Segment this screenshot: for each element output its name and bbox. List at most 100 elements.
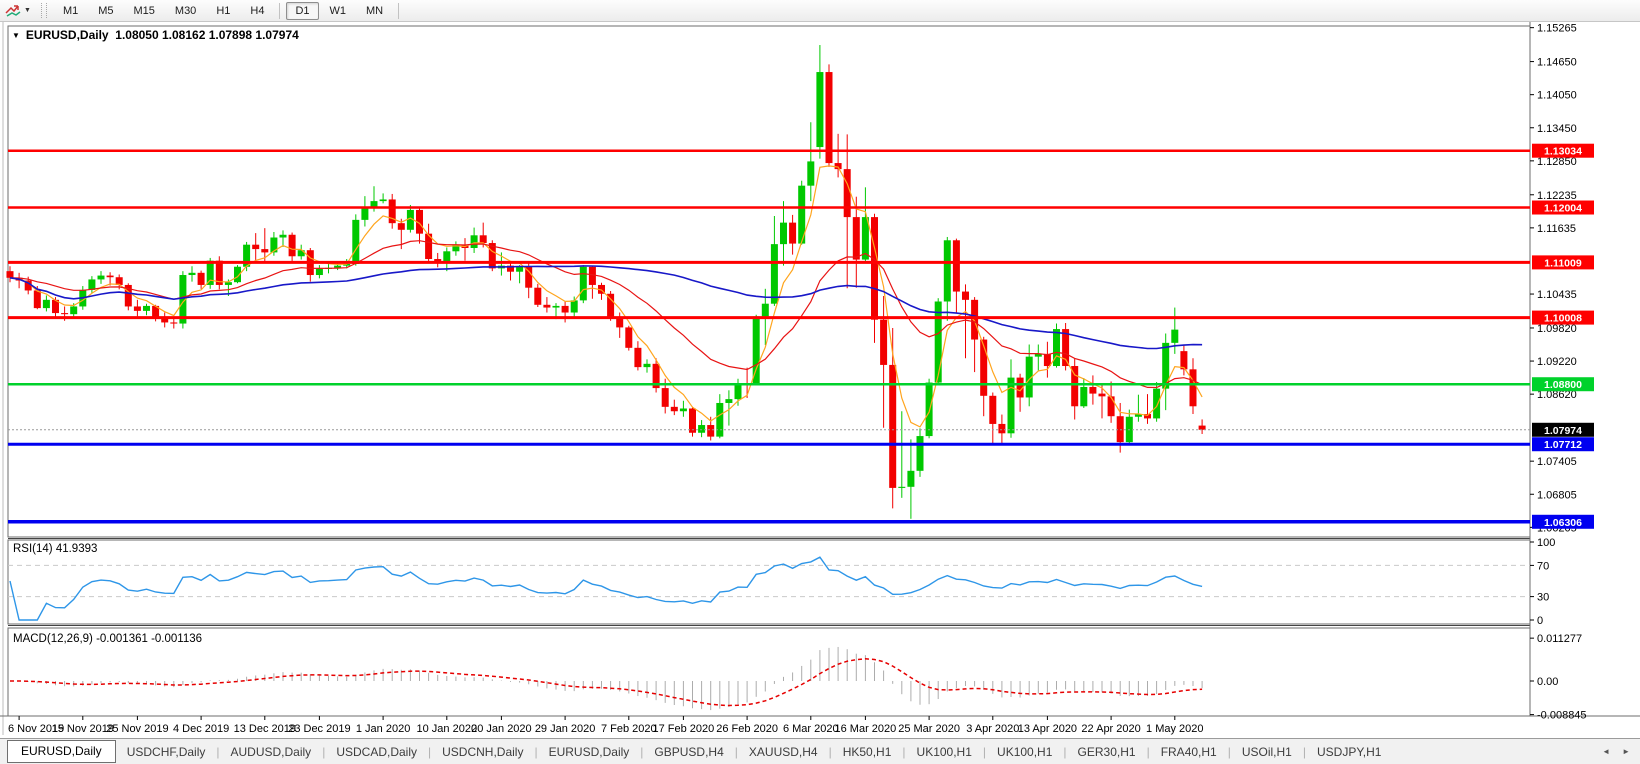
chart-arrows-icon[interactable] (4, 3, 22, 19)
timeframe-button-W1[interactable]: W1 (321, 2, 356, 20)
timeframe-button-D1[interactable]: D1 (286, 2, 318, 20)
chart-window[interactable]: 1.152651.146501.140501.134501.128501.122… (0, 22, 1640, 738)
tabs-scroll-left-icon[interactable]: ◄ (1602, 747, 1610, 756)
candle-body (443, 251, 450, 261)
candle-body (316, 269, 323, 275)
rsi-pane[interactable] (8, 540, 1530, 624)
time-axis[interactable]: 6 Nov 201915 Nov 201925 Nov 20194 Dec 20… (8, 716, 1204, 735)
chart-tab-GBPUSD-H4[interactable]: GBPUSD,H4 (643, 741, 734, 763)
time-axis-label: 6 Mar 2020 (783, 723, 839, 735)
candle-body (980, 340, 987, 396)
timeframe-button-M5[interactable]: M5 (89, 2, 122, 20)
price-axis-label: 1.14650 (1537, 57, 1577, 69)
candle-body (780, 223, 787, 245)
chart-tab-GER30-H1[interactable]: GER30,H1 (1067, 741, 1147, 763)
rsi-axis-label: 30 (1537, 592, 1549, 604)
price-badge-label: 1.13034 (1544, 146, 1582, 158)
candle-body (398, 223, 405, 230)
candle-body (207, 261, 214, 285)
timeframe-button-MN[interactable]: MN (357, 2, 392, 20)
price-axis-label: 1.13450 (1537, 123, 1577, 135)
chart-tab-EURUSD-Daily[interactable]: EURUSD,Daily (538, 741, 641, 763)
timeframe-button-M30[interactable]: M30 (166, 2, 205, 20)
chevron-down-icon[interactable]: ▼ (12, 31, 20, 40)
timeframe-button-M15[interactable]: M15 (125, 2, 164, 20)
price-axis-label: 1.09220 (1537, 356, 1577, 368)
price-line-badge: 1.11009 (1532, 255, 1594, 269)
chevron-down-icon[interactable]: ▼ (24, 7, 31, 14)
chart-tab-HK50-H1[interactable]: HK50,H1 (832, 741, 903, 763)
price-badge-label: 1.07712 (1544, 439, 1582, 451)
candle-body (680, 408, 687, 411)
time-axis-label: 7 Feb 2020 (601, 723, 657, 735)
price-line-badge: 1.08800 (1532, 377, 1594, 391)
candle-body (471, 235, 478, 248)
chart-tab-UK100-H1[interactable]: UK100,H1 (986, 741, 1063, 763)
chart-title: ▼EURUSD,Daily 1.08050 1.08162 1.07898 1.… (12, 28, 299, 42)
toolbar-drag-handle[interactable] (41, 3, 47, 18)
candle-body (735, 383, 742, 399)
chart-tab-USDCAD-Daily[interactable]: USDCAD,Daily (325, 741, 428, 763)
candle-body (1071, 366, 1078, 406)
chart-tab-AUDUSD-Daily[interactable]: AUDUSD,Daily (220, 741, 323, 763)
candle-body (1099, 394, 1106, 397)
time-axis-label: 25 Mar 2020 (898, 723, 960, 735)
chart-tab-UK100-H1[interactable]: UK100,H1 (906, 741, 983, 763)
candle-body (1171, 330, 1178, 343)
time-axis-label: 3 Apr 2020 (966, 723, 1019, 735)
candle-body (625, 327, 632, 347)
chart-tab-USDCNH-Daily[interactable]: USDCNH,Daily (431, 741, 534, 763)
candle-body (571, 300, 578, 312)
candle-body (580, 267, 587, 301)
macd-axis-label: -0.008845 (1537, 710, 1587, 722)
candle-body (1180, 351, 1187, 369)
chart-tab-USDJPY-H1[interactable]: USDJPY,H1 (1306, 741, 1392, 763)
candle-body (534, 288, 541, 305)
candle-body (352, 220, 359, 264)
candle-body (198, 273, 205, 285)
candle-body (998, 424, 1005, 433)
chart-tab-EURUSD-Daily[interactable]: EURUSD,Daily (7, 740, 116, 763)
chart-tab-USOil-H1[interactable]: USOil,H1 (1231, 741, 1303, 763)
candle-body (671, 407, 678, 411)
candle-body (143, 306, 150, 311)
candle-body (789, 223, 796, 244)
candle-body (1044, 354, 1051, 366)
price-axis-label: 1.11635 (1537, 223, 1576, 235)
time-axis-label: 4 Dec 2019 (173, 723, 229, 735)
time-axis-label: 17 Feb 2020 (653, 723, 715, 735)
candle-body (989, 396, 996, 424)
candle-body (871, 217, 878, 320)
candle-body (762, 304, 769, 317)
time-axis-label: 1 May 2020 (1146, 723, 1203, 735)
timeframe-button-M1[interactable]: M1 (54, 2, 87, 20)
tabs-scroll-right-icon[interactable]: ► (1622, 747, 1630, 756)
candle-body (70, 306, 77, 314)
time-axis-label: 25 Nov 2019 (106, 723, 168, 735)
timeframe-button-H4[interactable]: H4 (241, 2, 273, 20)
candle-body (771, 244, 778, 304)
candle-body (926, 383, 933, 436)
macd-pane[interactable] (8, 628, 1530, 716)
rsi-indicator-label: RSI(14) 41.9393 (13, 543, 97, 555)
price-line-badge: 1.06306 (1532, 515, 1594, 529)
timeframe-button-H1[interactable]: H1 (207, 2, 239, 20)
chart-tab-FRA40-H1[interactable]: FRA40,H1 (1150, 741, 1228, 763)
price-line-badge: 1.13034 (1532, 144, 1594, 158)
price-axis-label: 1.10435 (1537, 289, 1577, 301)
macd-indicator-label: MACD(12,26,9) -0.001361 -0.001136 (13, 633, 202, 645)
candle-body (1080, 387, 1087, 406)
candle-body (1089, 387, 1096, 394)
candle-body (380, 199, 387, 201)
candle-body (480, 235, 487, 243)
time-axis-label: 10 Jan 2020 (417, 723, 478, 735)
candle-body (844, 169, 851, 217)
chart-tab-USDCHF-Daily[interactable]: USDCHF,Daily (116, 741, 217, 763)
candle-body (1153, 389, 1160, 419)
candle-body (589, 267, 596, 285)
chart-title-ohlc: 1.08050 1.08162 1.07898 1.07974 (115, 28, 299, 42)
chart-tab-XAUUSD-H4[interactable]: XAUUSD,H4 (738, 741, 829, 763)
candle-body (971, 300, 978, 340)
price-line-badge: 1.10008 (1532, 311, 1594, 325)
price-chart-canvas[interactable]: 1.152651.146501.140501.134501.128501.122… (0, 22, 1640, 738)
